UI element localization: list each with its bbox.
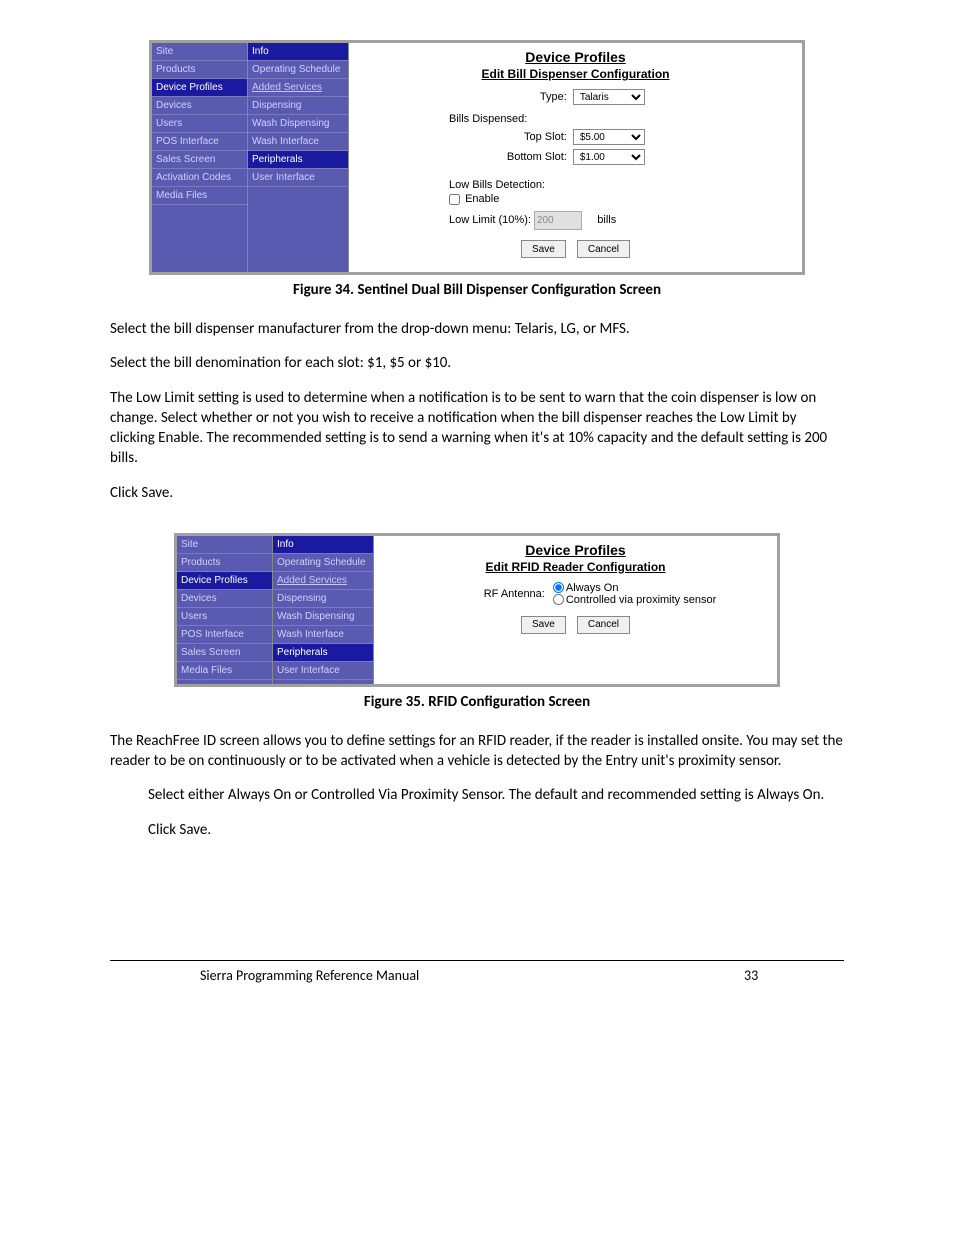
nav-item-sales-screen[interactable]: Sales Screen [177,644,272,662]
nav-item-activation-codes[interactable]: Activation Codes [152,169,247,187]
panel-title: Device Profiles [384,542,767,558]
type-label: Type: [359,91,573,103]
nav-item-device-profiles[interactable]: Device Profiles [177,572,272,590]
nav-item-added-services[interactable]: Added Services [273,572,373,590]
nav-item-users[interactable]: Users [152,115,247,133]
nav-col-2: Info Operating ScheduleAdded ServicesDis… [273,536,374,684]
nav-item-users[interactable]: Users [177,608,272,626]
nav-item-operating-schedule[interactable]: Operating Schedule [273,554,373,572]
top-slot-label: Top Slot: [359,131,573,143]
nav2-top[interactable]: Info [248,43,348,61]
nav-item-pos-interface[interactable]: POS Interface [152,133,247,151]
bottom-slot-label: Bottom Slot: [359,151,573,163]
proximity-radio[interactable] [553,594,564,605]
fig35-screenshot: SiteProductsDevice ProfilesDevicesUsersP… [174,533,780,687]
enable-label: Enable [465,193,499,205]
nav-item-peripherals[interactable]: Peripherals [248,151,348,169]
save-button[interactable]: Save [521,616,566,634]
para-denomination: Select the bill denomination for each sl… [110,353,844,373]
page-footer: Sierra Programming Reference Manual 33 [110,960,844,984]
para-clicksave1: Click Save. [110,483,844,503]
nav-item-products[interactable]: Products [152,61,247,79]
nav-item-user-interface[interactable]: User Interface [273,662,373,680]
nav-item-devices[interactable]: Devices [152,97,247,115]
proximity-label: Controlled via proximity sensor [566,594,716,606]
para-select-mode: Select either Always On or Controlled Vi… [148,785,844,805]
panel-title: Device Profiles [359,49,792,65]
nav-item-sales-screen[interactable]: Sales Screen [152,151,247,169]
figure35-caption: Figure 35. RFID Configuration Screen [110,693,844,711]
low-limit-input[interactable] [534,211,582,230]
nav-col-2: Info Operating ScheduleAdded ServicesDis… [248,43,349,272]
type-select[interactable]: Talaris [573,89,645,105]
nav-item-site[interactable]: Site [152,43,247,61]
enable-checkbox[interactable] [449,194,460,205]
nav-item-dispensing[interactable]: Dispensing [273,590,373,608]
nav-item-media-files[interactable]: Media Files [177,662,272,680]
nav-item-media-files[interactable]: Media Files [152,187,247,205]
para-reachfree: The ReachFree ID screen allows you to de… [110,731,844,772]
nav-item-pos-interface[interactable]: POS Interface [177,626,272,644]
cancel-button[interactable]: Cancel [577,616,630,634]
content-panel: Device Profiles Edit Bill Dispenser Conf… [349,43,802,272]
footer-page-number: 33 [744,967,844,984]
nav-item-wash-interface[interactable]: Wash Interface [273,626,373,644]
panel-subtitle: Edit Bill Dispenser Configuration [359,67,792,81]
low-bills-label: Low Bills Detection: [449,179,792,191]
para-lowlimit: The Low Limit setting is used to determi… [110,388,844,469]
nav-item-devices[interactable]: Devices [177,590,272,608]
panel-subtitle: Edit RFID Reader Configuration [384,560,767,574]
para-manufacturer: Select the bill dispenser manufacturer f… [110,319,844,339]
nav-item-products[interactable]: Products [177,554,272,572]
nav-col-1: SiteProductsDevice ProfilesDevicesUsersP… [152,43,248,272]
bottom-slot-select[interactable]: $1.00 [573,149,645,165]
para-clicksave2: Click Save. [148,820,844,840]
figure34-caption: Figure 34. Sentinel Dual Bill Dispenser … [110,281,844,299]
low-limit-suffix: bills [597,214,616,226]
nav2-top[interactable]: Info [273,536,373,554]
nav-item-peripherals[interactable]: Peripherals [273,644,373,662]
fig34-screenshot: SiteProductsDevice ProfilesDevicesUsersP… [149,40,805,275]
footer-title: Sierra Programming Reference Manual [110,967,744,984]
bills-dispensed-label: Bills Dispensed: [449,113,792,125]
nav-item-wash-interface[interactable]: Wash Interface [248,133,348,151]
always-on-radio[interactable] [553,582,564,593]
nav-item-dispensing[interactable]: Dispensing [248,97,348,115]
low-limit-label: Low Limit (10%): [449,214,531,226]
nav-item-operating-schedule[interactable]: Operating Schedule [248,61,348,79]
cancel-button[interactable]: Cancel [577,240,630,258]
nav-item-added-services[interactable]: Added Services [248,79,348,97]
nav-item-site[interactable]: Site [177,536,272,554]
nav-item-user-interface[interactable]: User Interface [248,169,348,187]
rf-antenna-label: RF Antenna: [384,582,553,606]
content-panel: Device Profiles Edit RFID Reader Configu… [374,536,777,684]
top-slot-select[interactable]: $5.00 [573,129,645,145]
nav-col-1: SiteProductsDevice ProfilesDevicesUsersP… [177,536,273,684]
always-on-label: Always On [566,582,619,594]
nav-item-device-profiles[interactable]: Device Profiles [152,79,247,97]
nav-item-wash-dispensing[interactable]: Wash Dispensing [248,115,348,133]
save-button[interactable]: Save [521,240,566,258]
nav-item-wash-dispensing[interactable]: Wash Dispensing [273,608,373,626]
